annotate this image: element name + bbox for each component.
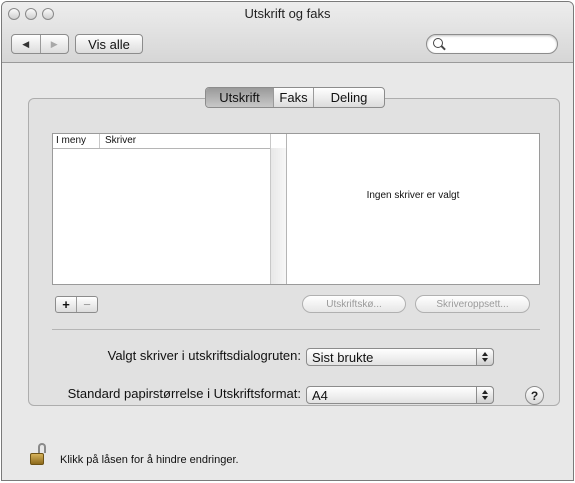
show-all-button[interactable]: Vis alle [75, 34, 143, 54]
section-separator [52, 329, 540, 330]
window-title: Utskrift og faks [244, 6, 331, 21]
forward-button[interactable]: ▶ [41, 35, 69, 53]
tab-utskrift[interactable]: Utskrift [206, 88, 274, 107]
search-input[interactable] [447, 37, 551, 53]
no-printer-selected-text: Ingen skriver er valgt [366, 190, 460, 201]
tab-faks[interactable]: Faks [274, 88, 314, 107]
tab-deling[interactable]: Deling [314, 88, 384, 107]
toolbar: Utskrift og faks ◀ ▶ Vis alle [2, 2, 573, 63]
back-arrow-icon: ◀ [22, 38, 30, 49]
popup-arrows-icon [476, 386, 494, 404]
search-icon [433, 38, 443, 48]
preferences-window: Utskrift og faks ◀ ▶ Vis alle Utskrift F… [1, 1, 574, 481]
paper-size-value: A4 [312, 388, 328, 403]
popup-arrows-icon [476, 348, 494, 366]
help-button[interactable]: ? [525, 386, 544, 405]
add-remove-control: + − [55, 296, 98, 313]
back-button[interactable]: ◀ [12, 35, 41, 53]
printer-list-scrollbar[interactable] [270, 148, 286, 284]
paper-size-popup[interactable]: A4 [306, 386, 494, 404]
remove-printer-button[interactable]: − [77, 297, 97, 312]
printer-setup-button[interactable]: Skriveroppsett... [415, 295, 530, 313]
lock-instruction-text: Klikk på låsen for å hindre endringer. [60, 454, 239, 466]
tab-bar: Utskrift Faks Deling [205, 87, 385, 108]
panel-divider [286, 134, 287, 284]
column-header-printer[interactable]: Skriver [100, 134, 136, 148]
paper-size-label: Standard papirstørrelse i Utskriftsforma… [67, 386, 301, 401]
back-forward-control: ◀ ▶ [11, 34, 69, 54]
printer-list-header: I meny Skriver [53, 134, 286, 149]
search-field[interactable] [426, 34, 558, 54]
print-queue-button[interactable]: Utskriftskø... [302, 295, 406, 313]
selected-printer-label: Valgt skriver i utskriftsdialogruten: [107, 348, 301, 363]
forward-arrow-icon: ▶ [50, 38, 58, 49]
add-printer-button[interactable]: + [56, 297, 77, 312]
column-header-in-menu[interactable]: I meny [53, 134, 100, 148]
header-corner [270, 134, 286, 148]
printer-list-panel: I meny Skriver Ingen skriver er valgt [52, 133, 540, 285]
selected-printer-value: Sist brukte [312, 350, 374, 365]
lock-open-icon[interactable] [30, 443, 48, 467]
selected-printer-popup[interactable]: Sist brukte [306, 348, 494, 366]
